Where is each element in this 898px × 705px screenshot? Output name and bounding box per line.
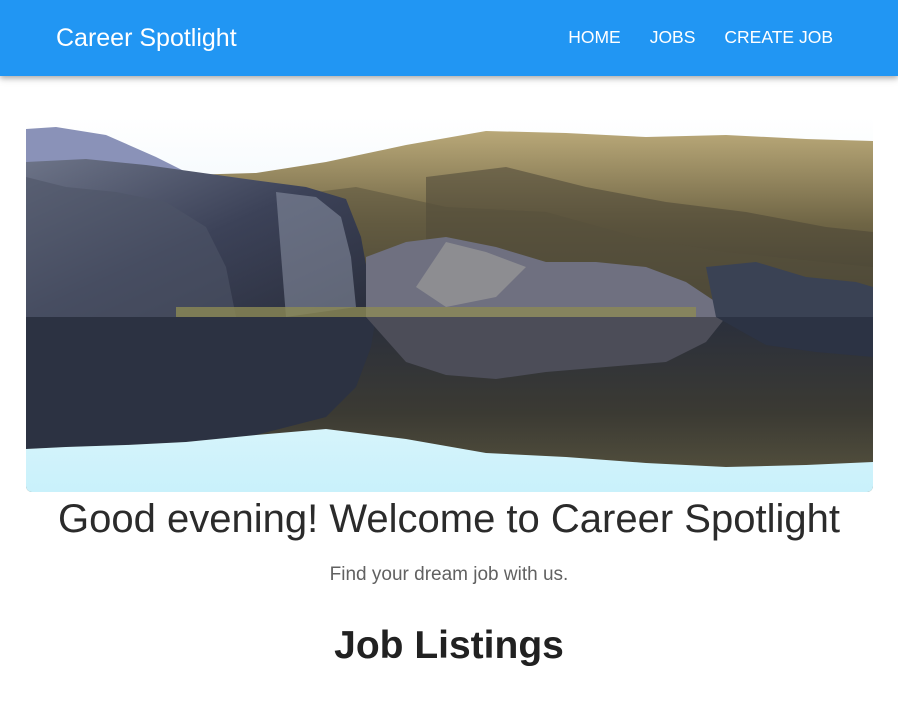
mountain-lake-photo: [26, 117, 873, 492]
welcome-subtitle: Find your dream job with us.: [329, 564, 569, 585]
job-listings-heading: Job Listings: [334, 624, 564, 667]
welcome-heading: Good evening! Welcome to Career Spotligh…: [58, 497, 840, 541]
brand-logo-text[interactable]: Career Spotlight: [56, 22, 237, 54]
top-navbar: Career Spotlight HOME JOBS CREATE JOB: [0, 0, 898, 76]
hero-image: [26, 117, 873, 492]
nav-links: HOME JOBS CREATE JOB: [568, 26, 833, 48]
nav-link-home[interactable]: HOME: [568, 26, 621, 48]
nav-link-jobs[interactable]: JOBS: [650, 26, 696, 48]
nav-link-create-job[interactable]: CREATE JOB: [724, 26, 833, 48]
